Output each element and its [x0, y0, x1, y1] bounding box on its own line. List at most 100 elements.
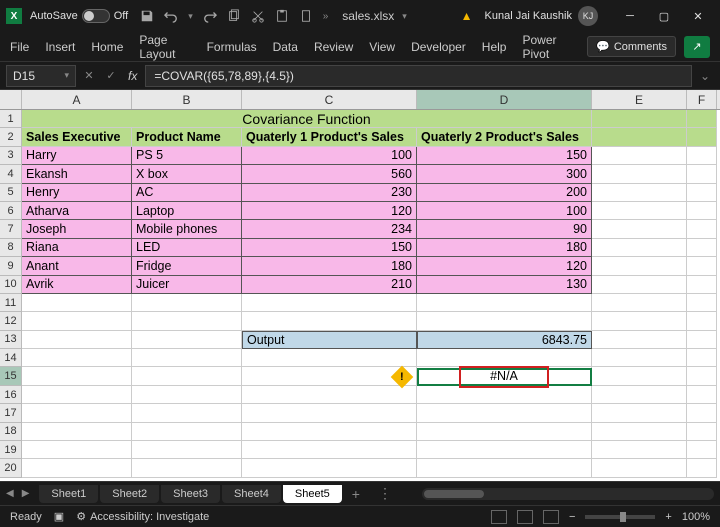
row-header[interactable]: 16 — [0, 386, 22, 404]
cell[interactable] — [592, 386, 687, 404]
tab-data[interactable]: Data — [273, 40, 298, 54]
minimize-button[interactable]: ─ — [614, 2, 646, 30]
cell[interactable] — [687, 367, 717, 385]
row-header[interactable]: 19 — [0, 441, 22, 459]
cell[interactable] — [592, 423, 687, 441]
normal-view-icon[interactable] — [491, 510, 507, 524]
col-header-a[interactable]: A — [22, 90, 132, 109]
row-header[interactable]: 5 — [0, 184, 22, 202]
user-account[interactable]: Kunal Jai Kaushik KJ — [485, 6, 598, 26]
col-header-b[interactable]: B — [132, 90, 242, 109]
data-cell[interactable]: 100 — [242, 147, 417, 165]
cell[interactable] — [132, 386, 242, 404]
data-cell[interactable]: Avrik — [22, 276, 132, 294]
toggle-switch[interactable] — [82, 9, 110, 23]
cell[interactable] — [592, 239, 687, 257]
data-cell[interactable]: 90 — [417, 220, 592, 238]
zoom-in-button[interactable]: + — [665, 511, 671, 523]
cell[interactable] — [132, 404, 242, 422]
cell[interactable] — [417, 441, 592, 459]
data-cell[interactable]: Juicer — [132, 276, 242, 294]
cell[interactable] — [592, 294, 687, 312]
sheet-prev-icon[interactable]: ◀ — [6, 488, 14, 499]
cell[interactable] — [417, 386, 592, 404]
data-cell[interactable]: 150 — [417, 147, 592, 165]
enter-formula-icon[interactable]: ✓ — [102, 67, 120, 85]
cell[interactable] — [687, 386, 717, 404]
name-box[interactable]: D15 ▾ — [6, 65, 76, 87]
data-cell[interactable]: PS 5 — [132, 147, 242, 165]
cell[interactable] — [592, 202, 687, 220]
comments-button[interactable]: 💬 Comments — [587, 36, 676, 57]
cell[interactable] — [592, 312, 687, 330]
cell[interactable] — [132, 312, 242, 330]
cell[interactable] — [687, 404, 717, 422]
cell[interactable] — [592, 441, 687, 459]
cell[interactable] — [687, 202, 717, 220]
tab-power-pivot[interactable]: Power Pivot — [522, 33, 571, 61]
cell[interactable] — [22, 441, 132, 459]
cell[interactable] — [687, 331, 717, 349]
page-break-view-icon[interactable] — [543, 510, 559, 524]
cell[interactable] — [132, 423, 242, 441]
data-cell[interactable]: 200 — [417, 184, 592, 202]
data-cell[interactable]: Anant — [22, 257, 132, 275]
cell[interactable] — [417, 404, 592, 422]
accessibility-status[interactable]: ⚙Accessibility: Investigate — [76, 510, 209, 523]
cell[interactable] — [242, 404, 417, 422]
tab-formulas[interactable]: Formulas — [207, 40, 257, 54]
row-header[interactable]: 20 — [0, 459, 22, 477]
cell[interactable] — [22, 294, 132, 312]
col-header-d[interactable]: D — [417, 90, 592, 109]
row-header[interactable]: 1 — [0, 110, 22, 128]
data-cell[interactable]: AC — [132, 184, 242, 202]
spreadsheet-grid[interactable]: A B C D E F 1Covariance Function2Sales E… — [0, 90, 720, 481]
cell[interactable] — [687, 257, 717, 275]
cell[interactable] — [687, 349, 717, 367]
cell[interactable] — [417, 423, 592, 441]
tab-file[interactable]: File — [10, 40, 29, 54]
cell[interactable] — [687, 220, 717, 238]
data-cell[interactable]: X box — [132, 165, 242, 183]
data-cell[interactable]: 234 — [242, 220, 417, 238]
redo-icon[interactable] — [203, 9, 217, 23]
zoom-level[interactable]: 100% — [682, 511, 710, 523]
save-icon[interactable] — [140, 9, 154, 23]
cell[interactable] — [242, 349, 417, 367]
cell[interactable] — [687, 441, 717, 459]
expand-formula-icon[interactable]: ⌄ — [696, 69, 714, 83]
col-header-e[interactable]: E — [592, 90, 687, 109]
row-header[interactable]: 4 — [0, 165, 22, 183]
cell[interactable] — [592, 165, 687, 183]
row-header[interactable]: 3 — [0, 147, 22, 165]
row-header[interactable]: 13 — [0, 331, 22, 349]
sheet-tab-1[interactable]: Sheet1 — [39, 485, 98, 503]
sheet-tab-2[interactable]: Sheet2 — [100, 485, 159, 503]
cell[interactable] — [22, 404, 132, 422]
cell[interactable] — [592, 110, 687, 128]
tab-home[interactable]: Home — [91, 40, 123, 54]
data-cell[interactable]: LED — [132, 239, 242, 257]
cell[interactable] — [22, 367, 132, 385]
data-cell[interactable]: 180 — [417, 239, 592, 257]
cell[interactable] — [22, 312, 132, 330]
cell[interactable] — [687, 110, 717, 128]
clipboard-icon[interactable] — [299, 9, 313, 23]
cell[interactable] — [242, 423, 417, 441]
cell[interactable] — [592, 276, 687, 294]
data-cell[interactable]: 300 — [417, 165, 592, 183]
data-cell[interactable]: Laptop — [132, 202, 242, 220]
row-header[interactable]: 11 — [0, 294, 22, 312]
data-cell[interactable]: 560 — [242, 165, 417, 183]
cell[interactable] — [687, 128, 717, 146]
cell[interactable] — [687, 459, 717, 477]
row-header[interactable]: 15 — [0, 367, 22, 385]
maximize-button[interactable]: ▢ — [648, 2, 680, 30]
cell[interactable] — [592, 257, 687, 275]
cell[interactable] — [242, 441, 417, 459]
close-button[interactable]: ✕ — [682, 2, 714, 30]
cell[interactable] — [687, 184, 717, 202]
error-cell[interactable]: #N/A — [417, 367, 592, 385]
cell[interactable] — [242, 386, 417, 404]
data-cell[interactable]: 120 — [417, 257, 592, 275]
